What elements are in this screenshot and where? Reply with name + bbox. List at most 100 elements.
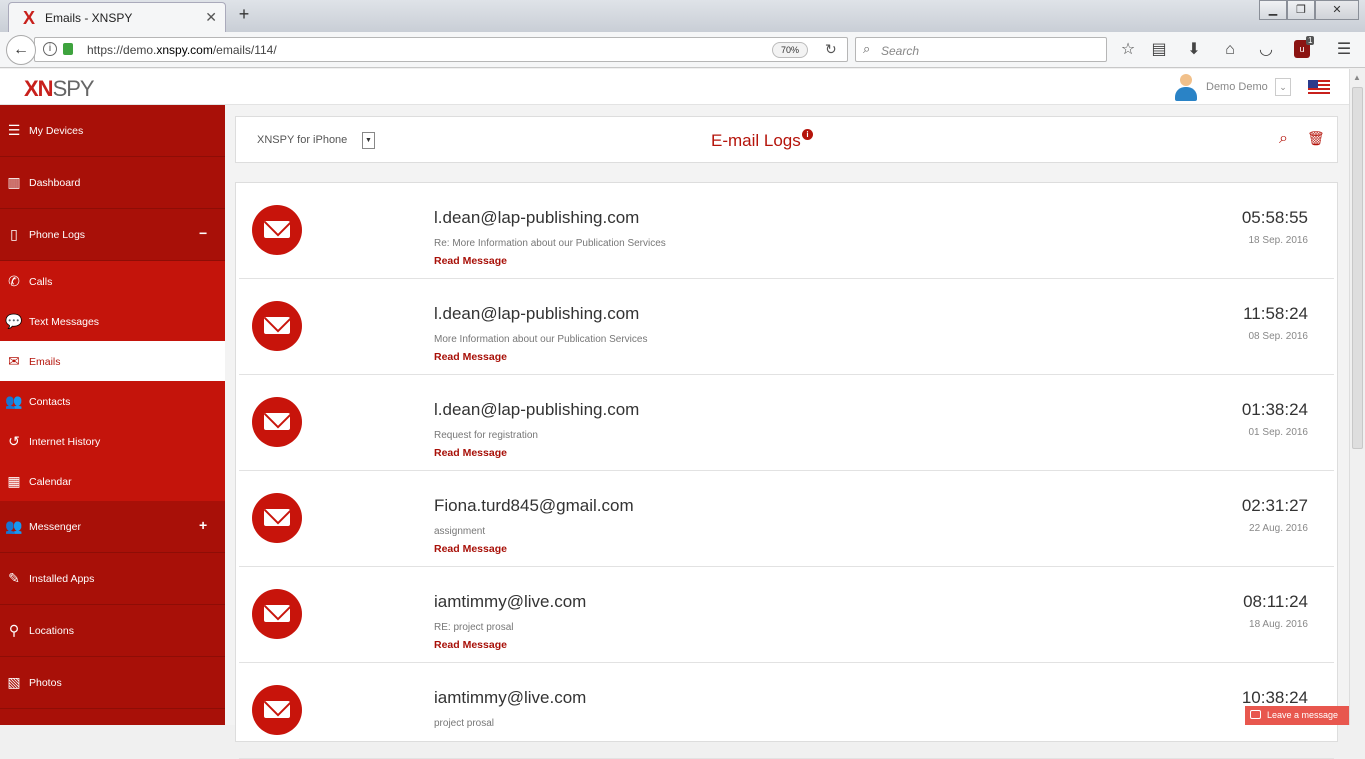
search-icon: ⌕: [863, 41, 871, 56]
sidebar: ☰ My Devices ▥ Dashboard ▯ Phone Logs − …: [0, 105, 225, 725]
email-date: 22 Aug. 2016: [1249, 523, 1308, 534]
email-subject: RE: project prosal: [434, 622, 514, 633]
browser-tab-bar: X Emails - XNSPY ✕ + ▁ ❐ ✕: [0, 0, 1365, 32]
magic-wand-icon: ✎: [8, 570, 20, 586]
sidebar-item-installed-apps[interactable]: ✎ Installed Apps: [0, 553, 225, 605]
xnspy-logo[interactable]: XNSPY: [24, 76, 95, 102]
lock-icon: [63, 43, 73, 55]
email-sender: iamtimmy@live.com: [434, 688, 587, 707]
new-tab-icon[interactable]: +: [234, 4, 254, 25]
email-subject: More Information about our Publication S…: [434, 334, 648, 345]
read-message-link[interactable]: Read Message: [434, 447, 507, 459]
envelope-icon: [252, 685, 302, 735]
back-icon[interactable]: ←: [6, 35, 36, 65]
device-selector-label[interactable]: XNSPY for iPhone: [257, 134, 347, 146]
page-title: E-mail Logs: [711, 131, 801, 150]
history-icon: ↺: [8, 433, 20, 449]
browser-tab[interactable]: X Emails - XNSPY ✕: [8, 2, 226, 32]
bookmark-star-icon[interactable]: ☆: [1118, 40, 1138, 60]
downloads-icon[interactable]: ⬇: [1184, 40, 1204, 60]
tab-title: Emails - XNSPY: [45, 11, 133, 25]
devices-icon: ☰: [7, 122, 21, 138]
user-name[interactable]: Demo Demo: [1206, 81, 1268, 93]
email-time: 02:31:27: [1241, 496, 1308, 515]
email-row[interactable]: Fiona.turd845@gmail.com assignment Read …: [239, 471, 1334, 567]
window-close-icon[interactable]: ✕: [1315, 0, 1359, 20]
sidebar-item-calls[interactable]: ✆ Calls: [0, 261, 225, 301]
email-date: 18 Sep. 2016: [1248, 235, 1309, 246]
home-icon[interactable]: ⌂: [1220, 40, 1240, 60]
read-message-link[interactable]: Read Message: [434, 255, 507, 267]
call-icon: ✆: [8, 273, 20, 289]
chat-icon: [1250, 710, 1261, 719]
reading-list-icon[interactable]: ▤: [1149, 40, 1169, 60]
chat-bubble-icon: 💬: [5, 313, 23, 329]
page-scrollbar[interactable]: ▲: [1349, 69, 1365, 725]
sidebar-item-dashboard[interactable]: ▥ Dashboard: [0, 157, 225, 209]
email-sender: Fiona.turd845@gmail.com: [434, 496, 634, 515]
sidebar-item-emails[interactable]: ✉ Emails: [0, 341, 225, 381]
sidebar-item-messenger[interactable]: 👥 Messenger +: [0, 501, 225, 553]
email-sender: l.dean@lap-publishing.com: [434, 208, 640, 227]
read-message-link[interactable]: Read Message: [434, 639, 507, 651]
browser-nav-bar: i https://demo.xnspy.com/emails/114/ 70%…: [0, 32, 1365, 68]
scroll-up-icon[interactable]: ▲: [1353, 73, 1361, 82]
user-dropdown-icon[interactable]: ⌄: [1275, 78, 1291, 96]
sidebar-item-locations[interactable]: ⚲ Locations: [0, 605, 225, 657]
sidebar-item-internet-history[interactable]: ↺ Internet History: [0, 421, 225, 461]
email-row[interactable]: l.dean@lap-publishing.com Request for re…: [239, 375, 1334, 471]
sidebar-item-phone-logs[interactable]: ▯ Phone Logs −: [0, 209, 225, 261]
envelope-icon: [252, 589, 302, 639]
sidebar-item-contacts[interactable]: 👥 Contacts: [0, 381, 225, 421]
user-avatar[interactable]: [1174, 74, 1198, 102]
email-time: 05:58:55: [1241, 208, 1308, 227]
sidebar-item-my-devices[interactable]: ☰ My Devices: [0, 105, 225, 157]
email-logs-toolbar: XNSPY for iPhone ▼ E-mail Logs i ⌕ 🗑: [235, 116, 1338, 163]
email-row[interactable]: l.dean@lap-publishing.com More Informati…: [239, 279, 1334, 375]
device-dropdown-icon[interactable]: ▼: [362, 132, 375, 149]
dashboard-icon: ▥: [7, 174, 21, 190]
email-time: 10:38:24: [1241, 688, 1308, 707]
sidebar-item-text-messages[interactable]: 💬 Text Messages: [0, 301, 225, 341]
us-flag-icon[interactable]: [1308, 80, 1330, 94]
contacts-icon: 👥: [5, 393, 23, 409]
address-bar[interactable]: i https://demo.xnspy.com/emails/114/ 70%…: [34, 37, 848, 62]
reload-icon[interactable]: ↻: [825, 41, 837, 58]
search-icon[interactable]: ⌕: [1279, 130, 1288, 148]
email-row[interactable]: iamtimmy@live.com RE: project prosal Rea…: [239, 567, 1334, 663]
envelope-icon: [252, 205, 302, 255]
ublock-badge: 1: [1306, 36, 1315, 45]
main-content: XNSPY for iPhone ▼ E-mail Logs i ⌕ 🗑 l.d…: [225, 105, 1349, 759]
email-sender: l.dean@lap-publishing.com: [434, 400, 640, 419]
restore-icon[interactable]: ❐: [1287, 0, 1315, 20]
minimize-icon[interactable]: ▁: [1259, 0, 1287, 20]
sidebar-item-photos[interactable]: ▧ Photos: [0, 657, 225, 709]
read-message-link[interactable]: Read Message: [434, 543, 507, 555]
envelope-icon: [252, 397, 302, 447]
expand-icon[interactable]: +: [199, 517, 207, 533]
email-row[interactable]: l.dean@lap-publishing.com Re: More Infor…: [239, 183, 1334, 279]
info-icon[interactable]: i: [802, 129, 813, 140]
zoom-level[interactable]: 70%: [772, 42, 808, 58]
envelope-icon: [252, 301, 302, 351]
site-info-icon[interactable]: i: [43, 42, 57, 56]
phone-icon: ▯: [10, 226, 18, 242]
scrollbar-thumb[interactable]: [1352, 87, 1363, 449]
map-pin-icon: ⚲: [8, 622, 20, 638]
pocket-icon[interactable]: ◡: [1256, 40, 1276, 60]
menu-icon[interactable]: ☰: [1334, 40, 1354, 60]
email-row[interactable]: iamtimmy@live.com project prosal 10:38:2…: [239, 663, 1334, 759]
window-controls: ▁ ❐ ✕: [1259, 0, 1359, 20]
collapse-icon[interactable]: −: [199, 225, 207, 241]
email-time: 11:58:24: [1243, 304, 1308, 323]
browser-search-input[interactable]: ⌕ Search: [855, 37, 1107, 62]
close-tab-icon[interactable]: ✕: [205, 9, 217, 26]
sidebar-item-calendar[interactable]: ▦ Calendar: [0, 461, 225, 501]
trash-icon[interactable]: 🗑: [1307, 130, 1325, 147]
leave-message-button[interactable]: Leave a message: [1245, 706, 1349, 725]
read-message-link[interactable]: Read Message: [434, 351, 507, 363]
email-sender: iamtimmy@live.com: [434, 592, 587, 611]
photo-icon: ▧: [7, 674, 21, 690]
email-date: 08 Sep. 2016: [1248, 331, 1309, 342]
url-text[interactable]: https://demo.xnspy.com/emails/114/: [87, 43, 277, 57]
